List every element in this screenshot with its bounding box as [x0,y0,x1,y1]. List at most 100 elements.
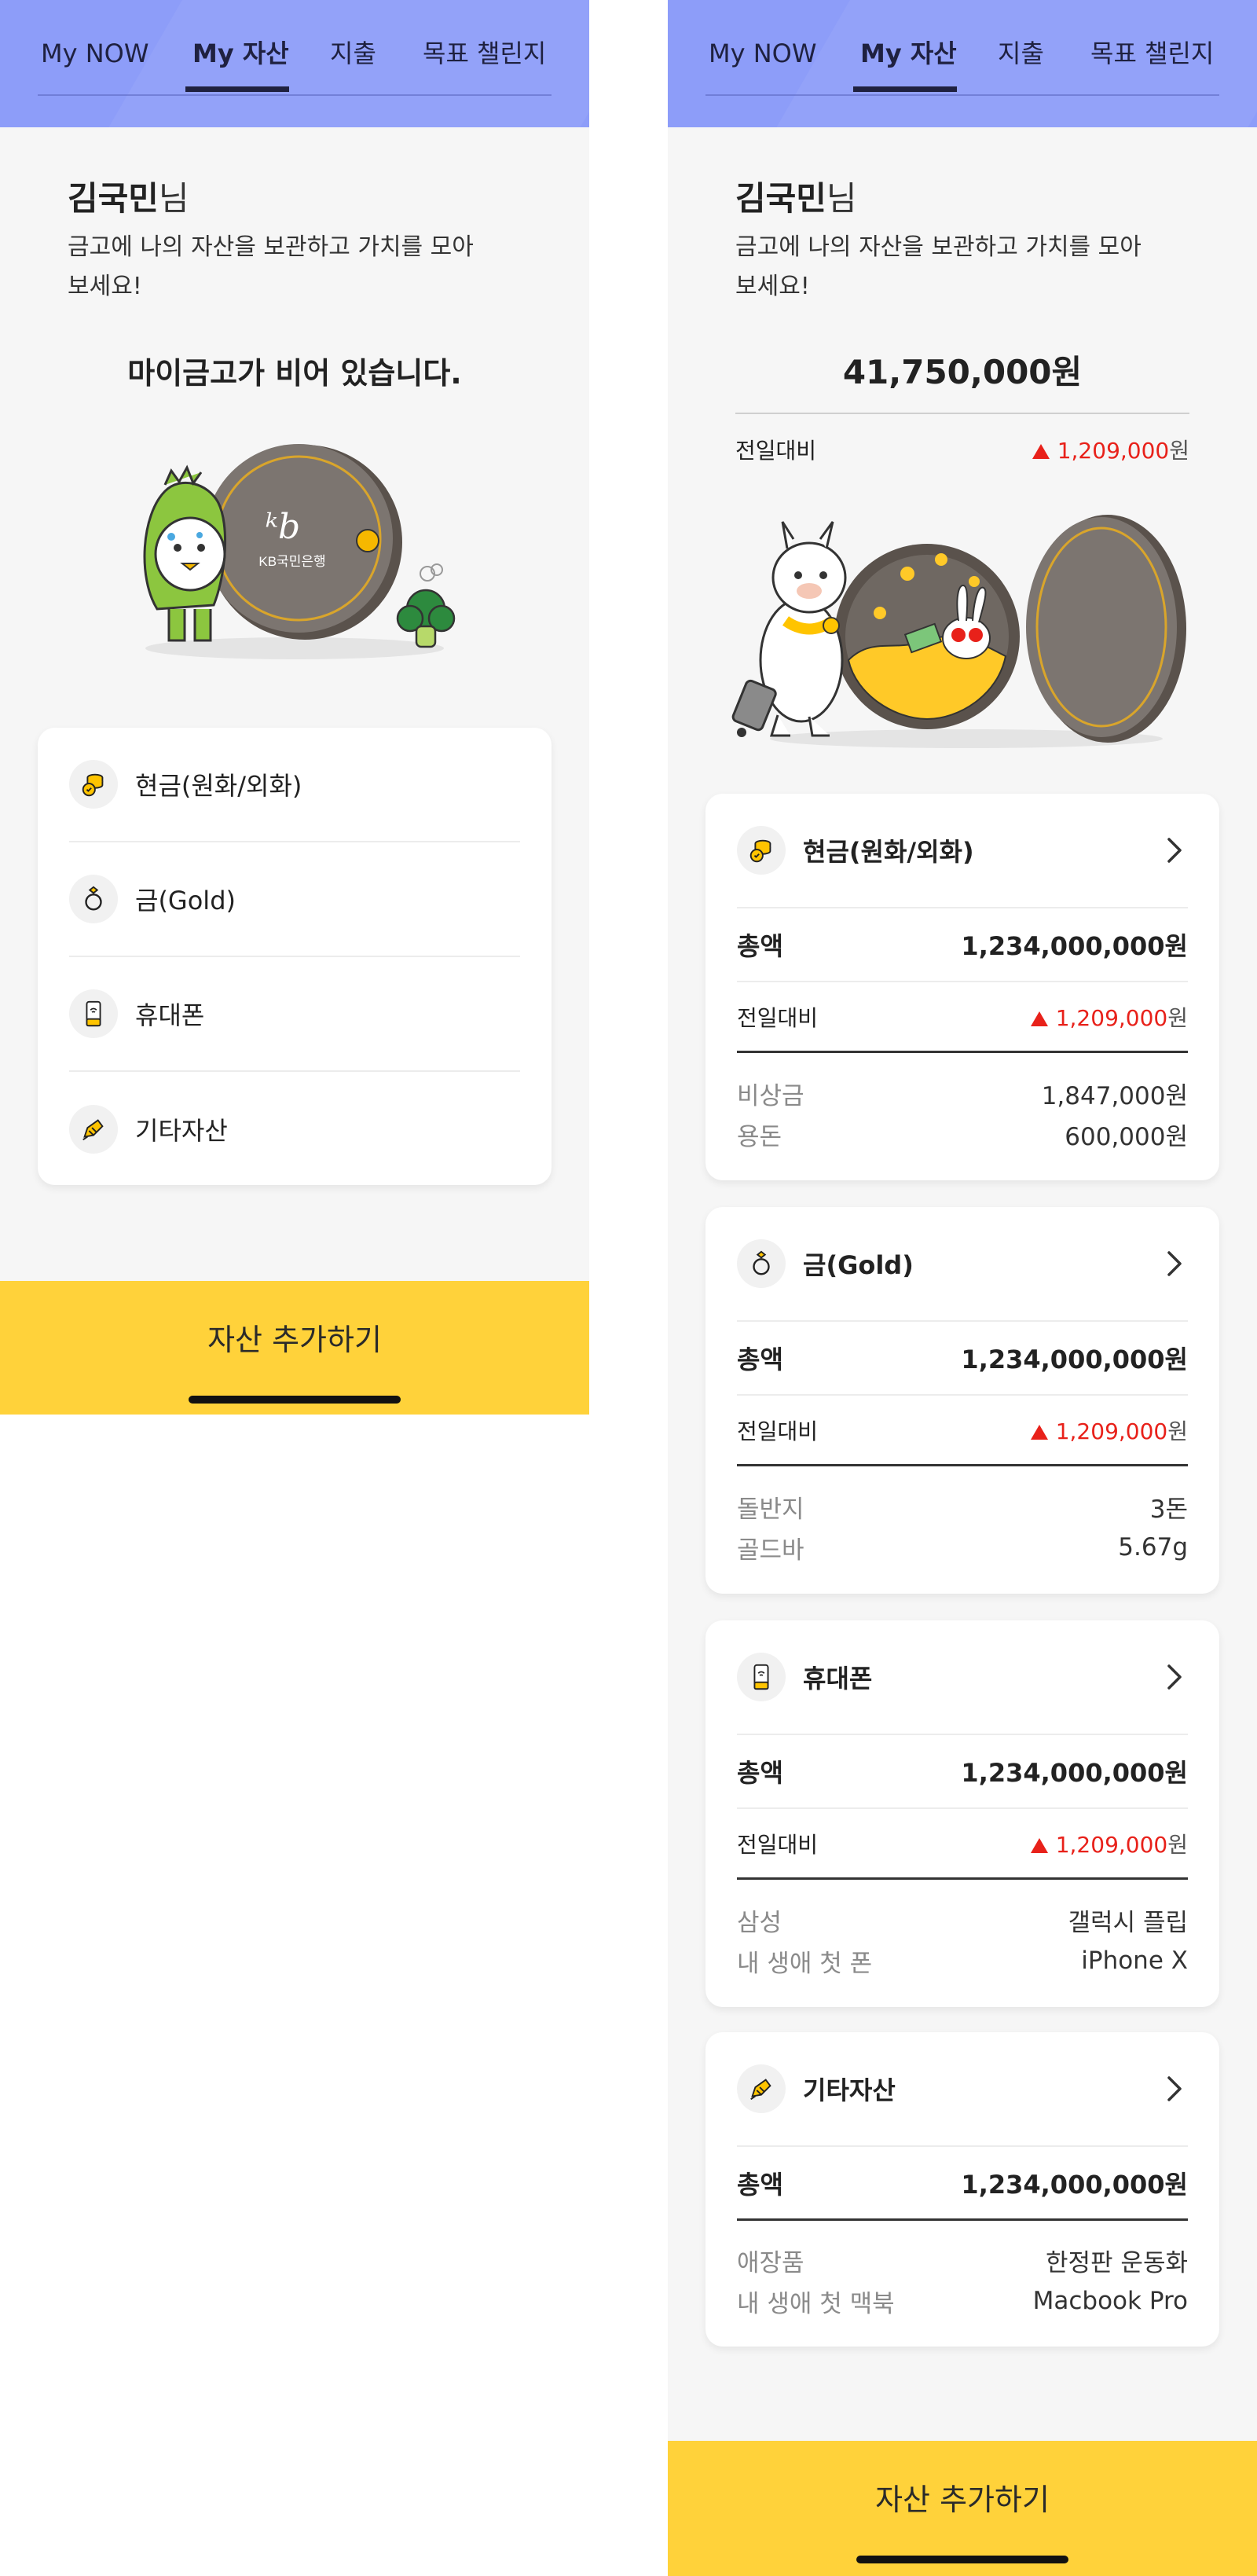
vault-logo: KB국민은행 [258,554,325,569]
detail-row: 애장품 한정판 운동화 [737,2240,1188,2281]
detail-row: 내 생애 첫 맥북 Macbook Pro [737,2281,1188,2321]
tab-goal-challenge[interactable]: 목표 챌린지 [1090,38,1214,69]
total-value: 1,234,000,000원 [961,931,1188,961]
compare-label: 전일대비 [737,1418,819,1444]
populated-vault-screen: My NOW My 자산 지출 목표 챌린지 김국민님 금고에 나의 자산을 보… [668,0,1257,2576]
phone-icon [69,989,118,1038]
tab-spending[interactable]: 지출 [998,38,1044,69]
total-value: 1,234,000,000원 [961,1758,1188,1788]
greeting-message: 금고에 나의 자산을 보관하고 가치를 모아보세요! [735,233,1142,300]
tab-my-now[interactable]: My NOW [709,38,816,69]
empty-vault-screen: My NOW My 자산 지출 목표 챌린지 김국민님 금고에 나의 자산을 보… [0,0,589,1415]
divider [735,413,1189,414]
change-unit: 원 [1167,1004,1188,1031]
vault-kb-mark: ᵏb [266,507,300,547]
total-label: 총액 [737,931,783,961]
asset-card-title: 금(Gold) [803,1250,914,1280]
change-value: 1,209,000원 [1030,1415,1188,1446]
detail-label: 골드바 [737,1536,804,1565]
asset-category-list: 현금(원화/외화) 금(Gold) 휴대폰 기타자산 [38,728,552,1185]
asset-card-title: 기타자산 [803,2075,896,2105]
tab-bar: My NOW My 자산 지출 목표 챌린지 [668,0,1257,127]
tab-goal-challenge[interactable]: 목표 챌린지 [423,38,546,69]
detail-value: 갤럭시 플립 [1068,1908,1188,1937]
asset-card-header[interactable]: 휴대폰 [737,1620,1188,1735]
tab-my-assets[interactable]: My 자산 [860,38,957,69]
detail-label: 삼성 [737,1908,782,1937]
active-tab-indicator [853,86,957,92]
detail-row: 골드바 5.67g [737,1527,1188,1568]
compare-label: 전일대비 [737,1831,819,1858]
total-value: 1,234,000,000원 [961,1345,1188,1374]
change-unit: 원 [1167,1418,1188,1444]
asset-card-header[interactable]: 기타자산 [737,2032,1188,2147]
detail-row: 돌반지 3돈 [737,1486,1188,1527]
home-indicator [856,2556,1068,2563]
category-cash[interactable]: 현금(원화/외화) [69,728,520,842]
detail-value: 3돈 [1149,1495,1188,1524]
change-amount: 1,209,000 [1057,438,1170,464]
tab-my-assets[interactable]: My 자산 [192,38,289,69]
detail-value: iPhone X [1081,1947,1188,1975]
full-vault-illustration [731,515,1186,748]
greeting: 김국민님 금고에 나의 자산을 보관하고 가치를 모아보세요! [68,179,476,306]
increase-arrow-icon [1030,1010,1049,1027]
detail-value: Macbook Pro [1032,2287,1188,2315]
add-asset-button[interactable]: 자산 추가하기 [0,1281,589,1415]
detail-row: 삼성 갤럭시 플립 [737,1899,1188,1940]
total-row: 총액 1,234,000,000원 [737,1322,1188,1396]
change-value: 1,209,000원 [1030,1828,1188,1859]
detail-value: 5.67g [1118,1533,1188,1561]
category-phone[interactable]: 휴대폰 [69,957,520,1072]
asset-card-header[interactable]: 현금(원화/외화) [737,794,1188,908]
category-gold[interactable]: 금(Gold) [69,842,520,957]
detail-label: 내 생애 첫 맥북 [737,2289,895,2318]
chevron-right-icon[interactable] [1161,835,1188,866]
change-unit: 원 [1169,438,1189,464]
total-label: 총액 [737,2169,783,2200]
chevron-right-icon[interactable] [1161,1661,1188,1693]
compare-row: 전일대비 1,209,000원 [737,1809,1188,1880]
empty-vault-illustration: ᵏb KB국민은행 [143,444,456,659]
total-asset-amount: 41,750,000원 [842,353,1083,391]
tab-spending[interactable]: 지출 [330,38,376,69]
detail-row: 용돈 600,000원 [737,1114,1188,1154]
tab-my-now[interactable]: My NOW [41,38,148,69]
add-asset-button[interactable]: 자산 추가하기 [668,2441,1257,2576]
detail-row: 내 생애 첫 폰 iPhone X [737,1940,1188,1981]
category-label: 현금(원화/외화) [135,771,302,801]
asset-card-phone: 휴대폰 총액 1,234,000,000원 전일대비 1,209,000원 삼성… [705,1620,1219,2007]
user-name-line: 김국민님 [68,179,476,218]
phone-icon [737,1653,786,1701]
detail-label: 돌반지 [737,1495,804,1524]
total-row: 총액 1,234,000,000원 [737,1735,1188,1809]
greeting: 김국민님 금고에 나의 자산을 보관하고 가치를 모아보세요! [735,179,1144,306]
other-asset-icon [69,1105,118,1154]
compare-label: 전일대비 [735,438,817,464]
compare-row: 전일대비 1,209,000원 [737,982,1188,1053]
chevron-right-icon[interactable] [1161,2073,1188,2104]
cash-coins-icon [69,760,118,809]
category-other[interactable]: 기타자산 [69,1072,520,1187]
category-label: 금(Gold) [135,886,236,916]
asset-card-title: 휴대폰 [803,1664,873,1693]
total-value: 1,234,000,000원 [961,2169,1188,2200]
increase-arrow-icon [1032,442,1050,460]
total-row: 총액 1,234,000,000원 [737,908,1188,982]
greeting-message: 금고에 나의 자산을 보관하고 가치를 모아보세요! [68,233,474,300]
gold-ring-icon [737,1239,786,1288]
detail-value: 1,847,000원 [1041,1081,1188,1110]
user-name: 김국민 [68,179,159,218]
asset-card-header[interactable]: 금(Gold) [737,1207,1188,1322]
asset-card-cash: 현금(원화/외화) 총액 1,234,000,000원 전일대비 1,209,0… [705,794,1219,1180]
change-value: 1,209,000원 [1032,434,1189,465]
chevron-right-icon[interactable] [1161,1248,1188,1279]
detail-label: 용돈 [737,1122,782,1151]
change-amount: 1,209,000 [1055,1418,1168,1444]
detail-label: 애장품 [737,2248,804,2277]
user-name-suffix: 님 [158,179,189,218]
home-indicator [189,1396,401,1404]
compare-row: 전일대비 1,209,000원 [737,1396,1188,1466]
user-name: 김국민 [735,179,826,218]
detail-label: 비상금 [737,1081,804,1110]
